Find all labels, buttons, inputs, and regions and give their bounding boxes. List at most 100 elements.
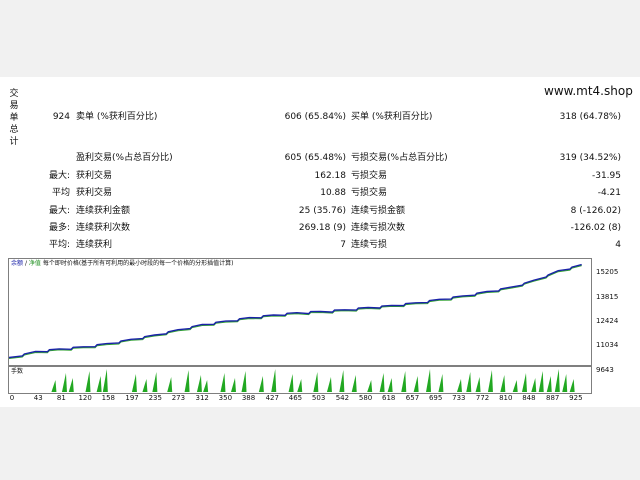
volume-bar bbox=[387, 378, 393, 392]
volume-bar bbox=[466, 372, 472, 392]
volume-bar bbox=[546, 376, 552, 392]
y-tick-label: 12424 bbox=[596, 317, 619, 325]
chart-legend: 余额 / 净值 每个即时价格(基于所有可利用的最小时段的每一个价格的分形插值计算… bbox=[11, 260, 234, 267]
cons-loss-money-value: 8 (-126.02) bbox=[570, 206, 621, 216]
loss-trades-value: 319 (34.52%) bbox=[559, 153, 621, 163]
volume-bar bbox=[297, 379, 303, 392]
x-tick-label: 580 bbox=[358, 394, 373, 402]
volume-bar bbox=[167, 377, 173, 392]
volume-bar bbox=[102, 369, 108, 392]
max-row-label: 最大: bbox=[48, 171, 70, 181]
volume-bar bbox=[288, 374, 294, 392]
x-tick-label: 43 bbox=[33, 394, 43, 402]
cons-win-money-value: 25 (35.76) bbox=[298, 206, 346, 216]
buy-value: 318 (64.78%) bbox=[559, 112, 621, 122]
most-row-label: 最多: bbox=[48, 223, 70, 233]
site-watermark: www.mt4.shop bbox=[544, 84, 633, 98]
volume-bar bbox=[196, 375, 202, 392]
volume-bar bbox=[131, 374, 137, 392]
max2-row-label: 最大: bbox=[48, 206, 70, 216]
volume-chart-svg bbox=[51, 369, 575, 392]
cons-win-money-label: 连续获利金额 bbox=[76, 206, 131, 216]
volume-bar bbox=[538, 371, 544, 392]
x-tick-label: 618 bbox=[382, 394, 396, 402]
x-tick-label: 657 bbox=[405, 394, 420, 402]
sell-value: 606 (65.84%) bbox=[284, 112, 346, 122]
avg-loss-label: 亏损交易 bbox=[351, 188, 388, 198]
volume-bar bbox=[379, 373, 385, 392]
volume-bar bbox=[569, 379, 575, 392]
x-tick-label: 427 bbox=[265, 394, 279, 402]
legend-equity: 净值 bbox=[28, 260, 41, 267]
legend-note: 每个即时价格(基于所有可利用的最小时段的每一个价格的分形插值计算) bbox=[42, 260, 234, 267]
volume-bar bbox=[554, 369, 560, 392]
x-tick-label: 810 bbox=[499, 394, 513, 402]
max-profit-value: 162.18 bbox=[314, 171, 347, 181]
x-tick-label: 273 bbox=[171, 394, 186, 402]
total-trades-value: 924 bbox=[52, 112, 70, 122]
x-tick-label: 197 bbox=[125, 394, 139, 402]
y-tick-label: 9643 bbox=[596, 366, 614, 374]
volume-bar bbox=[96, 376, 102, 392]
volume-bar bbox=[438, 374, 444, 392]
buy-label: 买单 (%获利百分比) bbox=[351, 112, 433, 122]
volume-bar bbox=[230, 378, 236, 392]
x-tick-label: 158 bbox=[101, 394, 115, 402]
y-tick-label: 11034 bbox=[596, 341, 619, 349]
legend-balance: 余额 bbox=[11, 260, 24, 267]
volume-bar bbox=[413, 376, 419, 392]
avg-loss-value: -4.21 bbox=[597, 188, 621, 198]
volume-bar bbox=[339, 370, 345, 392]
volume-bar bbox=[401, 371, 407, 392]
volume-bar bbox=[367, 380, 373, 392]
balance-chart-svg bbox=[9, 263, 582, 359]
volume-bar bbox=[456, 379, 462, 392]
loss-trades-label: 亏损交易(%占总百分比) bbox=[351, 153, 448, 163]
volume-bar bbox=[500, 375, 506, 392]
x-tick-label: 772 bbox=[475, 394, 490, 402]
max-loss-value: -31.95 bbox=[591, 171, 621, 181]
cons-win-count-label: 连续获利次数 bbox=[76, 223, 131, 233]
balance-chart bbox=[8, 258, 592, 366]
volume-bar bbox=[313, 372, 319, 392]
avg-profit-value: 10.88 bbox=[320, 188, 346, 198]
volume-bar bbox=[61, 373, 67, 392]
volume-bar bbox=[426, 369, 432, 392]
volume-bar bbox=[258, 376, 264, 392]
volume-bar bbox=[487, 370, 493, 392]
cons-win-value: 7 bbox=[340, 240, 346, 250]
max-profit-label: 获利交易 bbox=[76, 171, 113, 181]
sell-label: 卖单 (%获利百分比) bbox=[76, 112, 158, 122]
volume-bar bbox=[184, 370, 190, 392]
x-tick-label: 81 bbox=[56, 394, 66, 402]
cons-loss-count-label: 连续亏损次数 bbox=[351, 223, 406, 233]
volume-bar bbox=[241, 371, 247, 392]
y-tick-label: 13815 bbox=[596, 293, 619, 301]
x-tick-label: 388 bbox=[241, 394, 256, 402]
volume-bar bbox=[220, 373, 226, 392]
cons-loss-money-label: 连续亏损金额 bbox=[351, 206, 406, 216]
volume-chart bbox=[8, 366, 592, 394]
section-label: 交易单总计 bbox=[9, 89, 19, 147]
equity-line bbox=[9, 265, 582, 359]
balance-line bbox=[9, 263, 582, 359]
x-tick-label: 733 bbox=[452, 394, 466, 402]
x-tick-label: 350 bbox=[218, 394, 233, 402]
volume-label: 手数 bbox=[11, 368, 24, 375]
profit-trades-value: 605 (65.48%) bbox=[284, 153, 346, 163]
x-tick-label: 848 bbox=[522, 394, 536, 402]
volume-bar bbox=[521, 373, 527, 392]
volume-bar bbox=[68, 378, 74, 392]
x-tick-label: 503 bbox=[311, 394, 326, 402]
volume-bar bbox=[271, 369, 277, 392]
x-tick-label: 120 bbox=[78, 394, 92, 402]
x-tick-label: 695 bbox=[428, 394, 443, 402]
x-tick-label: 925 bbox=[569, 394, 583, 402]
x-tick-label: 0 bbox=[9, 394, 15, 402]
volume-bar bbox=[85, 371, 91, 392]
cons-loss-count-value: -126.02 (8) bbox=[570, 223, 621, 233]
max-loss-label: 亏损交易 bbox=[351, 171, 388, 181]
x-tick-label: 235 bbox=[148, 394, 162, 402]
cons-win-label: 连续获利 bbox=[76, 240, 113, 250]
avg2-row-label: 平均: bbox=[48, 240, 70, 250]
